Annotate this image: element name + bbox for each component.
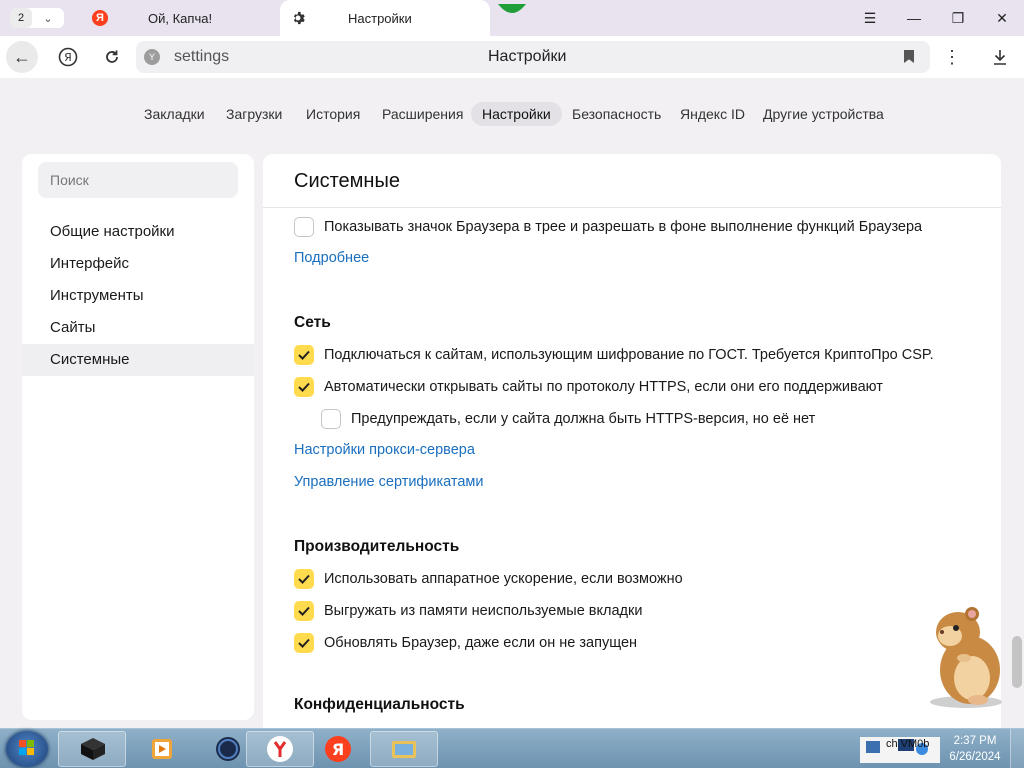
nav-security[interactable]: Безопасность <box>561 102 672 126</box>
option-label: Подключаться к сайтам, использующим шифр… <box>324 347 934 363</box>
yandex-icon: Я <box>325 736 351 762</box>
checkbox[interactable] <box>294 377 314 397</box>
yandex-browser-icon <box>267 736 293 762</box>
search-input[interactable] <box>38 162 238 198</box>
section-title-performance: Производительность <box>294 538 460 555</box>
tray-text: ch VM0b <box>886 738 930 750</box>
url-text: settings <box>174 48 230 65</box>
yandex-icon: Я <box>92 10 108 26</box>
back-button[interactable]: ← <box>6 41 38 73</box>
close-icon[interactable]: ✕ <box>980 0 1024 36</box>
option-https[interactable]: Автоматически открывать сайты по протоко… <box>294 376 883 398</box>
section-title-privacy: Конфиденциальность <box>294 696 465 713</box>
system-clock[interactable]: 2:37 PM 6/26/2024 <box>944 733 1006 765</box>
chevron-down-icon: ⌄ <box>43 12 53 25</box>
checkbox[interactable] <box>321 409 341 429</box>
restore-icon[interactable]: ❐ <box>936 0 980 36</box>
option-https-warning[interactable]: Предупреждать, если у сайта должна быть … <box>321 408 815 430</box>
taskbar-terminal[interactable] <box>58 731 126 767</box>
checkbox[interactable] <box>294 345 314 365</box>
nav-history[interactable]: История <box>295 102 371 126</box>
start-button[interactable] <box>6 731 48 767</box>
nav-extensions[interactable]: Расширения <box>371 102 474 126</box>
option-tray-icon[interactable]: Показывать значок Браузера в трее и разр… <box>294 216 922 238</box>
tab-count: 2 <box>10 8 32 28</box>
option-label: Обновлять Браузер, даже если он не запущ… <box>324 635 638 651</box>
option-label: Выгружать из памяти неиспользуемые вклад… <box>324 603 643 619</box>
option-unload-tabs[interactable]: Выгружать из памяти неиспользуемые вклад… <box>294 600 642 622</box>
gear-icon <box>290 10 306 26</box>
scrollbar-thumb[interactable] <box>1012 636 1022 688</box>
download-icon[interactable] <box>984 41 1016 73</box>
tab-title: Настройки <box>348 10 412 26</box>
nav-downloads[interactable]: Загрузки <box>215 102 293 126</box>
navigation-bar: ← Я Y settings Настройки ⋮ <box>0 36 1024 78</box>
window-controls: ☰ — ❐ ✕ <box>848 0 1024 36</box>
tab-title: Ой, Капча! <box>148 10 213 26</box>
option-label: Автоматически открывать сайты по протоко… <box>324 379 883 395</box>
settings-navigation: Закладки Загрузки История Расширения Нас… <box>0 78 1024 150</box>
reload-icon[interactable] <box>96 41 128 73</box>
tab-counter-button[interactable]: 2 ⌄ <box>10 8 64 28</box>
svg-text:Я: Я <box>64 51 72 64</box>
option-hw-acceleration[interactable]: Использовать аппаратное ускорение, если … <box>294 568 683 590</box>
media-player-icon <box>152 739 172 759</box>
system-tray: ch VM0b <box>858 729 942 768</box>
checkbox[interactable] <box>294 633 314 653</box>
tab-settings[interactable]: Настройки <box>280 0 490 36</box>
show-desktop-button[interactable] <box>1010 729 1024 768</box>
checkbox[interactable] <box>294 217 314 237</box>
alice-indicator-icon <box>498 4 526 13</box>
more-link[interactable]: Подробнее <box>294 250 369 266</box>
address-bar[interactable]: Y settings Настройки <box>136 41 930 73</box>
sidebar-item-general[interactable]: Общие настройки <box>22 216 254 248</box>
windows-taskbar: Я ch VM0b 2:37 PM 6/26/2024 <box>0 728 1024 768</box>
proxy-settings-link[interactable]: Настройки прокси-сервера <box>294 442 475 458</box>
checkbox[interactable] <box>294 569 314 589</box>
option-background-update[interactable]: Обновлять Браузер, даже если он не запущ… <box>294 632 637 654</box>
certificates-link[interactable]: Управление сертификатами <box>294 474 483 490</box>
folder-icon <box>392 741 416 758</box>
page-title: Системные <box>294 170 400 192</box>
hamster-mascot-icon <box>930 607 1002 708</box>
more-menu-icon[interactable]: ⋮ <box>936 41 968 73</box>
minimize-icon[interactable]: — <box>892 0 936 36</box>
nav-settings[interactable]: Настройки <box>471 102 562 126</box>
hamburger-menu-icon[interactable]: ☰ <box>848 0 892 36</box>
bookmark-icon[interactable] <box>904 50 914 63</box>
globe-icon <box>216 737 240 761</box>
site-info-icon[interactable]: Y <box>144 49 160 65</box>
tab-strip: 2 ⌄ Я Ой, Капча! Настройки ☰ — ❐ ✕ <box>0 0 1024 36</box>
option-label: Предупреждать, если у сайта должна быть … <box>351 411 816 427</box>
nav-bookmarks[interactable]: Закладки <box>133 102 216 126</box>
option-gost[interactable]: Подключаться к сайтам, использующим шифр… <box>294 344 934 366</box>
terminal-icon <box>81 738 105 760</box>
taskbar-yandex[interactable]: Я <box>304 731 372 767</box>
tab-captcha[interactable]: Я Ой, Капча! <box>80 0 278 36</box>
settings-sidebar: Общие настройки Интерфейс Инструменты Са… <box>22 154 254 720</box>
taskbar-explorer[interactable] <box>370 731 438 767</box>
omnibox-page-title: Настройки <box>488 48 567 65</box>
yandex-home-icon[interactable]: Я <box>52 41 84 73</box>
section-title-network: Сеть <box>294 314 331 331</box>
nav-other-devices[interactable]: Другие устройства <box>752 102 895 126</box>
settings-main-panel: Системные Показывать значок Браузера в т… <box>263 154 1001 728</box>
sidebar-item-sites[interactable]: Сайты <box>22 312 254 344</box>
checkbox[interactable] <box>294 601 314 621</box>
clock-time: 2:37 PM <box>953 735 997 747</box>
taskbar-media-player[interactable] <box>128 731 196 767</box>
svg-text:Я: Я <box>332 740 344 759</box>
nav-yandex-id[interactable]: Яндекс ID <box>669 102 756 126</box>
sidebar-item-tools[interactable]: Инструменты <box>22 280 254 312</box>
sidebar-item-system[interactable]: Системные <box>22 344 254 376</box>
section-header: Системные <box>263 154 1001 208</box>
sidebar-item-interface[interactable]: Интерфейс <box>22 248 254 280</box>
option-label: Использовать аппаратное ускорение, если … <box>324 571 683 587</box>
option-label: Показывать значок Браузера в трее и разр… <box>324 219 923 235</box>
clock-date: 6/26/2024 <box>949 751 1001 763</box>
